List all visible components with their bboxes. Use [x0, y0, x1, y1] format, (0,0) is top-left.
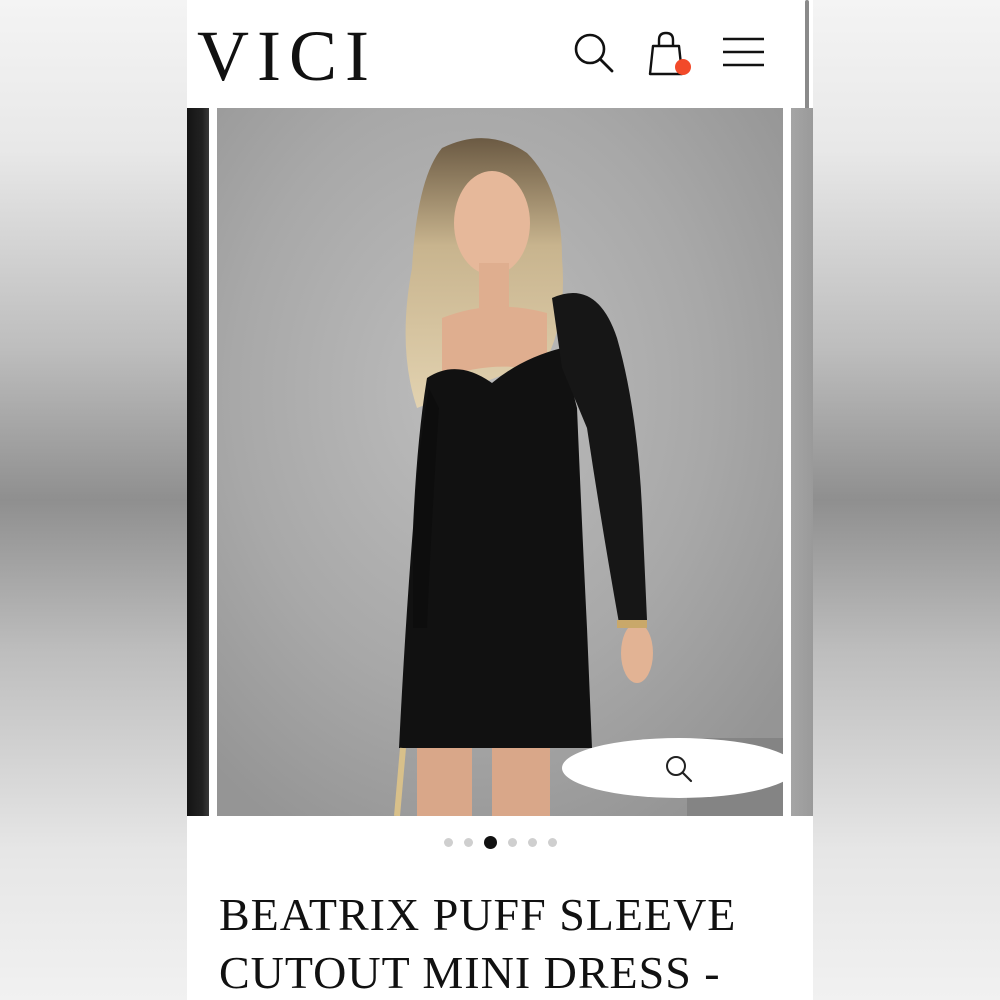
product-title-line-2: CUTOUT MINI DRESS - — [219, 947, 721, 998]
product-photo[interactable] — [217, 108, 783, 816]
backdrop-left — [0, 0, 187, 1000]
product-title-line-1: BEATRIX PUFF SLEEVE — [219, 889, 737, 940]
pagination-dot[interactable] — [443, 837, 453, 847]
search-icon — [666, 756, 693, 783]
pagination-dot[interactable] — [547, 837, 557, 847]
pagination-dot[interactable] — [463, 837, 473, 847]
site-header: VICI — [187, 0, 813, 108]
shopping-bag-icon[interactable] — [647, 30, 693, 76]
pagination-dot[interactable] — [507, 837, 517, 847]
next-slide-peek[interactable] — [791, 108, 813, 816]
search-icon[interactable] — [571, 30, 617, 76]
pagination-dot[interactable] — [527, 837, 537, 847]
brand-logo[interactable]: VICI — [197, 14, 377, 98]
backdrop-right — [813, 0, 1000, 1000]
mobile-page: VICI BEATRIX PUFF SLEEVE CUTOUT MINI DRE… — [187, 0, 813, 1000]
product-title: BEATRIX PUFF SLEEVE CUTOUT MINI DRESS - — [219, 886, 799, 1000]
previous-slide-peek[interactable] — [187, 108, 209, 816]
cart-badge — [675, 59, 691, 75]
pagination-dot-active[interactable] — [483, 835, 497, 849]
carousel-pagination — [187, 832, 813, 852]
product-image-carousel[interactable] — [187, 108, 813, 816]
hamburger-menu-icon[interactable] — [720, 30, 766, 76]
model-photo-illustration — [217, 108, 783, 816]
zoom-button[interactable] — [562, 738, 783, 798]
